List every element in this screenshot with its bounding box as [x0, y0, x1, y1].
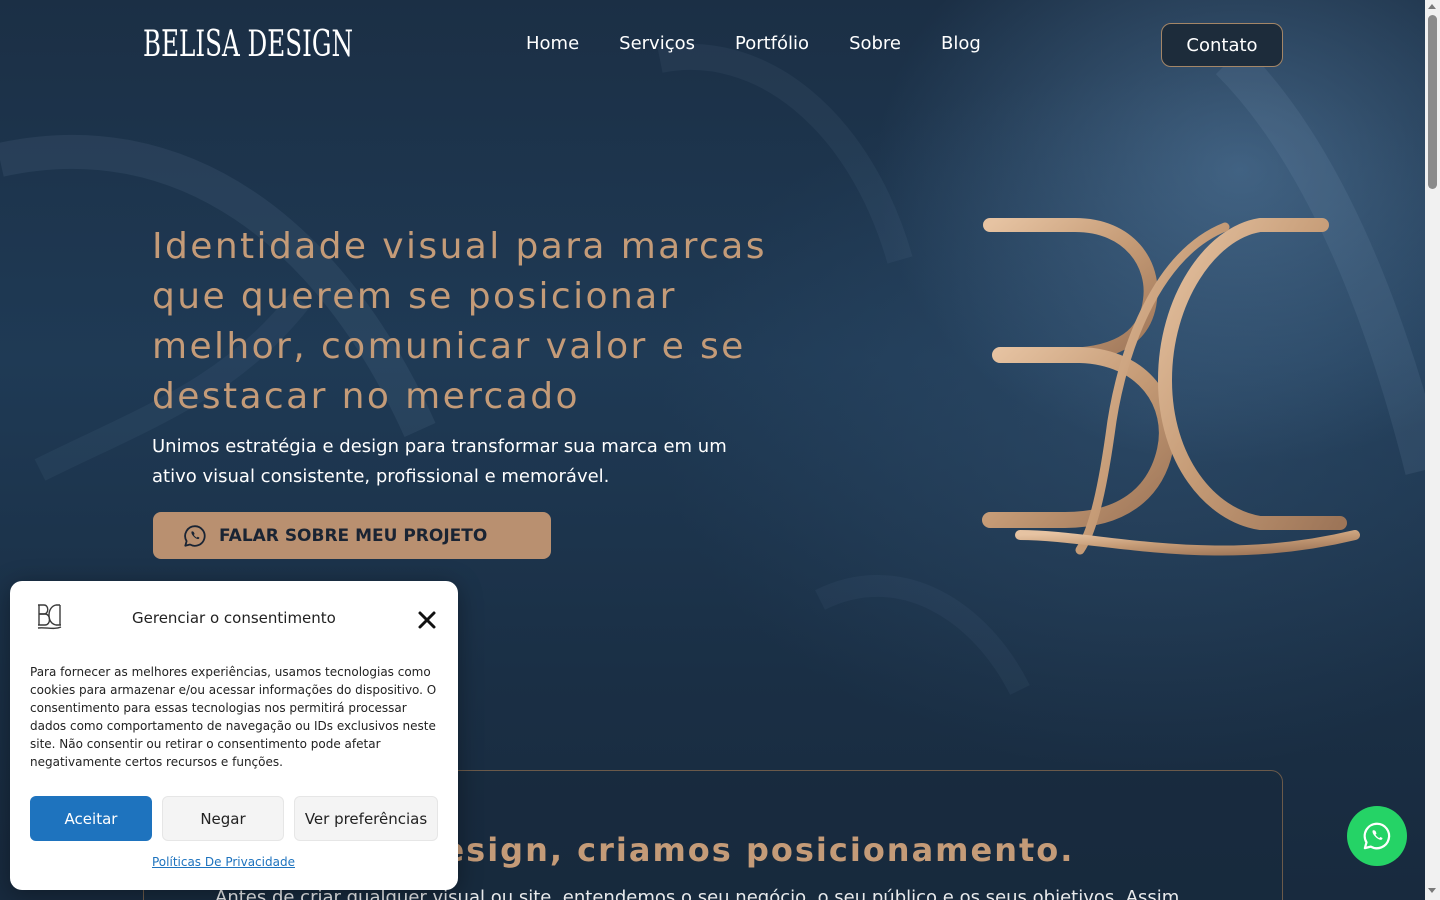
nav-sobre[interactable]: Sobre: [849, 32, 901, 56]
privacy-policy-link[interactable]: Políticas De Privacidade: [152, 855, 295, 869]
consent-title: Gerenciar o consentimento: [132, 609, 336, 627]
nav-servicos[interactable]: Serviços: [619, 32, 695, 56]
main-nav: Home Serviços Portfólio Sobre Blog: [526, 32, 981, 56]
consent-modal: Gerenciar o consentimento Para fornecer …: [10, 581, 458, 890]
close-icon[interactable]: [416, 609, 438, 631]
whatsapp-icon: [184, 524, 206, 547]
cta-button[interactable]: FALAR SOBRE MEU PROJETO: [153, 512, 551, 559]
belisa-design-logo: BELISA DESIGN: [143, 24, 353, 65]
cta-label: FALAR SOBRE MEU PROJETO: [219, 525, 488, 546]
nav-portfolio[interactable]: Portfólio: [735, 32, 809, 56]
accept-button[interactable]: Aceitar: [30, 796, 152, 841]
hero-title: Identidade visual para marcas que querem…: [152, 226, 767, 417]
nav-blog[interactable]: Blog: [941, 32, 981, 56]
consent-logo-icon: [37, 604, 62, 630]
page: BELISA DESIGN Home Serviços Portfólio So…: [0, 0, 1425, 900]
preferences-button[interactable]: Ver preferências: [294, 796, 438, 841]
hero-subtitle: Unimos estratégia e design para transfor…: [152, 436, 727, 487]
nav-home[interactable]: Home: [526, 32, 579, 56]
page-scrollbar[interactable]: [1425, 0, 1440, 900]
contact-button[interactable]: Contato: [1161, 23, 1283, 67]
deny-button[interactable]: Negar: [162, 796, 284, 841]
site-logo[interactable]: BELISA DESIGN: [143, 20, 355, 68]
whatsapp-float-button[interactable]: [1347, 806, 1407, 866]
section-title: que design, criamos posicionamento.: [331, 831, 1075, 869]
scroll-thumb[interactable]: [1428, 15, 1437, 189]
consent-body: Para fornecer as melhores experiências, …: [30, 665, 437, 769]
monogram-logo: [982, 214, 1360, 556]
scroll-up-arrow-icon[interactable]: [1428, 4, 1436, 9]
svg-text:BELISA DESIGN: BELISA DESIGN: [143, 24, 353, 65]
scroll-down-arrow-icon[interactable]: [1428, 888, 1436, 893]
whatsapp-icon: [1363, 822, 1391, 850]
